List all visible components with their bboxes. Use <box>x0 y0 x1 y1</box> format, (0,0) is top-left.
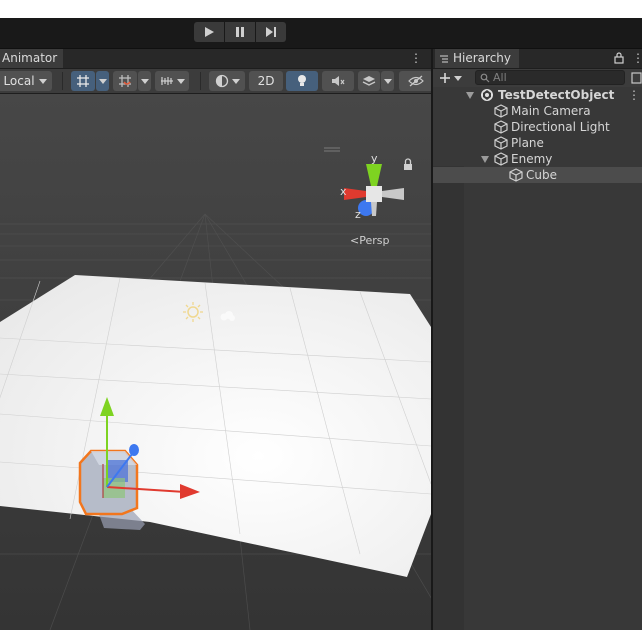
audio-icon <box>332 76 345 86</box>
hierarchy-item-main-camera[interactable]: Main Camera <box>433 103 642 119</box>
chevron-left-icon: < <box>350 234 360 247</box>
hierarchy-search-input[interactable]: All <box>475 70 625 85</box>
expand-arrow-icon[interactable] <box>481 156 489 163</box>
gameobject-cube-icon <box>494 152 508 166</box>
gameobject-cube-icon <box>494 136 508 150</box>
scene-icon <box>481 89 493 101</box>
chevron-down-icon <box>140 78 149 84</box>
pivot-rotation-label: Local <box>3 74 35 88</box>
chevron-down-icon <box>38 78 47 84</box>
hierarchy-item-label: Cube <box>526 168 557 182</box>
hierarchy-gutter <box>433 166 464 630</box>
cube-object[interactable] <box>78 449 139 516</box>
toolbar-divider <box>62 72 63 90</box>
projection-toggle[interactable]: <Persp <box>350 234 389 247</box>
hierarchy-item-enemy[interactable]: Enemy <box>433 151 642 167</box>
expand-arrow-icon[interactable] <box>466 92 474 99</box>
chevron-down-icon <box>176 78 185 84</box>
chevron-down-icon <box>98 78 107 84</box>
hierarchy-toolbar: All <box>433 69 642 87</box>
hierarchy-tab-bar: Hierarchy ⋮ <box>433 49 642 69</box>
shading-mode-dropdown[interactable] <box>209 71 245 91</box>
hierarchy-item-label: TestDetectObject <box>498 88 615 102</box>
scene-panel: Animator ⋮ Local 2D y x z <Persp <box>0 49 433 630</box>
search-placeholder: All <box>493 71 507 84</box>
effects-icon <box>362 76 376 86</box>
step-icon <box>266 27 276 37</box>
play-controls <box>194 22 286 42</box>
hierarchy-item-label: Plane <box>511 136 544 150</box>
gizmo-x-label: x <box>340 185 347 198</box>
scene-tab-bar: Animator ⋮ <box>0 49 431 69</box>
window-top-strip <box>0 0 642 18</box>
toolbar-divider <box>200 72 201 90</box>
visibility-icon <box>408 75 424 87</box>
gizmo-y-label: y <box>371 152 378 165</box>
hierarchy-item-testdetectobject[interactable]: TestDetectObject ⋮ <box>433 87 642 103</box>
scene-viewport[interactable]: y x z <Persp <box>0 94 431 630</box>
chevron-down-icon <box>454 75 462 81</box>
ruler-icon <box>160 77 173 85</box>
list-icon <box>440 54 448 63</box>
hierarchy-menu-icon[interactable]: ⋮ <box>632 51 642 65</box>
pause-icon <box>236 27 244 37</box>
hierarchy-item-plane[interactable]: Plane <box>433 135 642 151</box>
shading-mode-icon <box>215 74 228 88</box>
tab-hierarchy-label: Hierarchy <box>453 51 512 65</box>
chevron-down-icon <box>231 78 240 84</box>
tab-animator[interactable]: Animator <box>0 49 64 68</box>
effects-dropdown[interactable] <box>381 71 394 91</box>
gameobject-cube-icon <box>494 104 508 118</box>
chevron-down-icon <box>383 78 392 84</box>
grid-snap-dropdown[interactable] <box>96 71 109 91</box>
play-button[interactable] <box>194 22 224 42</box>
scene-toolbar: Local 2D <box>0 69 433 94</box>
mode-2d-toggle[interactable]: 2D <box>249 71 283 91</box>
hierarchy-item-label: Main Camera <box>511 104 591 118</box>
lighting-toggle[interactable] <box>286 71 318 91</box>
tab-animator-label: Animator <box>2 51 58 65</box>
pause-button[interactable] <box>225 22 255 42</box>
increment-snap-icon <box>119 75 131 87</box>
create-button[interactable] <box>439 69 462 87</box>
gizmo-z-label: z <box>355 208 361 221</box>
scene-visibility-toggle[interactable] <box>399 71 433 91</box>
tab-hierarchy[interactable]: Hierarchy <box>435 49 520 68</box>
plus-icon <box>440 73 450 83</box>
pivot-rotation-dropdown[interactable]: Local <box>0 71 52 91</box>
play-toolbar <box>0 18 642 48</box>
projection-label: Persp <box>359 234 390 247</box>
grid-snap-icon <box>77 75 89 87</box>
scene-visibility-icon[interactable] <box>631 72 642 84</box>
gameobject-cube-icon <box>509 168 523 182</box>
effects-toggle[interactable] <box>358 71 380 91</box>
step-button[interactable] <box>256 22 286 42</box>
hierarchy-item-label: Directional Light <box>511 120 610 134</box>
hierarchy-item-directional-light[interactable]: Directional Light <box>433 119 642 135</box>
hierarchy-item-label: Enemy <box>511 152 553 166</box>
lock-icon[interactable] <box>614 52 624 64</box>
audio-toggle[interactable] <box>322 71 354 91</box>
scene-canvas: y x z <box>0 94 431 630</box>
search-icon <box>480 73 490 82</box>
increment-snap-dropdown[interactable] <box>138 71 151 91</box>
row-menu-icon[interactable]: ⋮ <box>628 87 640 103</box>
mode-2d-label: 2D <box>257 74 275 88</box>
hierarchy-item-cube[interactable]: Cube <box>433 167 642 183</box>
grid-snap-toggle[interactable] <box>71 71 95 91</box>
increment-snap-toggle[interactable] <box>113 71 137 91</box>
lighting-icon <box>298 75 306 86</box>
hierarchy-panel: Hierarchy ⋮ All TestDetectObject ⋮ Main … <box>433 49 642 630</box>
play-icon <box>205 27 214 37</box>
gameobject-cube-icon <box>494 120 508 134</box>
scene-menu-icon[interactable]: ⋮ <box>410 51 422 65</box>
ruler-dropdown[interactable] <box>155 71 189 91</box>
